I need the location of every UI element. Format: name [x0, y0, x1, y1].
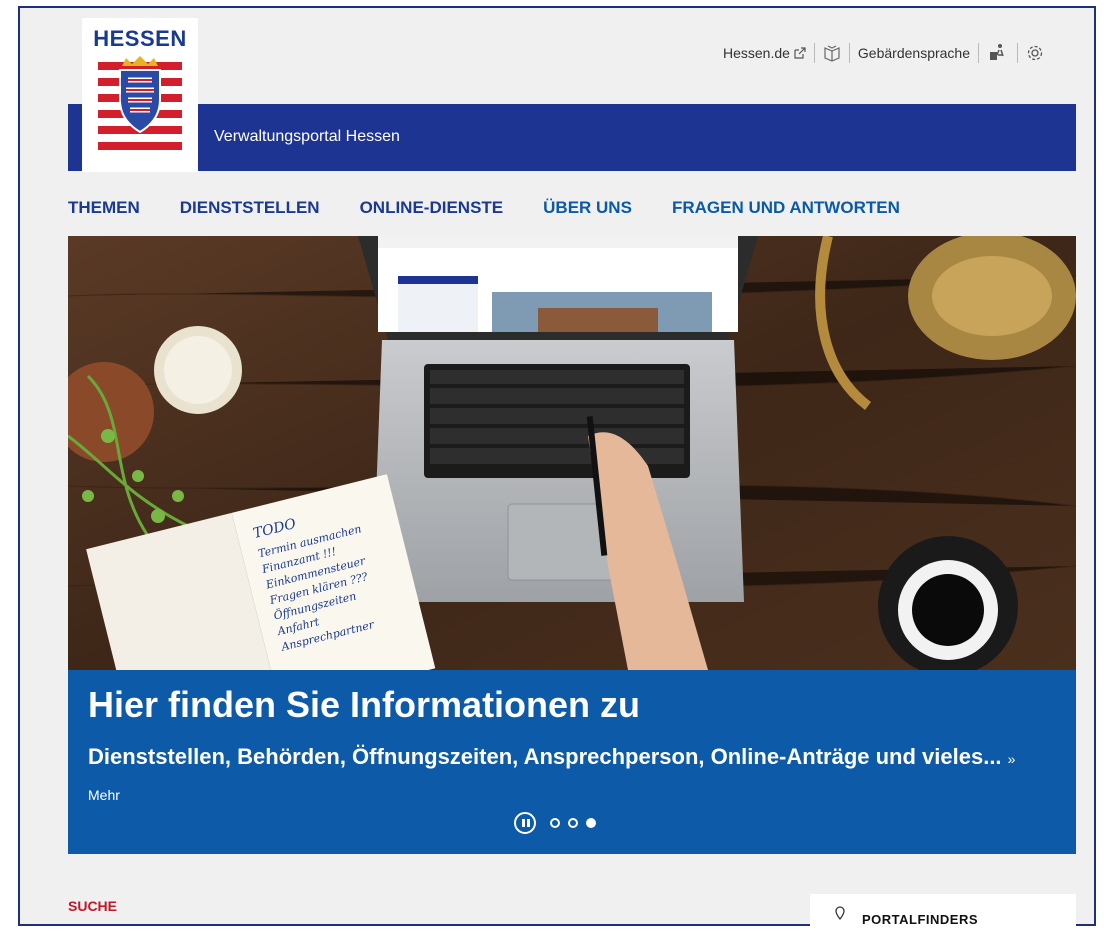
hessen-logo[interactable]: HESSEN: [82, 18, 198, 172]
portalfinder-label: PORTALFINDERS: [862, 912, 979, 927]
divider: [978, 43, 979, 63]
hessen-de-link[interactable]: Hessen.de: [723, 45, 790, 61]
slide-dot-2[interactable]: [568, 818, 578, 828]
divider: [1017, 43, 1018, 63]
sign-language-icon[interactable]: [987, 42, 1009, 64]
slider-controls: [514, 812, 596, 834]
slide-dot-3[interactable]: [586, 818, 596, 828]
nav-item-themen[interactable]: THEMEN: [68, 198, 140, 218]
divider: [848, 43, 850, 63]
nav-item-ueber-uns[interactable]: ÜBER UNS: [543, 198, 632, 218]
settings-icon[interactable]: [1026, 44, 1044, 62]
page-frame: Hessen.de Gebärdensprache Verwaltungspor…: [18, 6, 1096, 934]
hero-subline: Dienststellen, Behörden, Öffnungszeiten,…: [88, 740, 1018, 812]
nav-item-dienststellen[interactable]: DIENSTSTELLEN: [180, 198, 320, 218]
main-nav: THEMEN DIENSTSTELLEN ONLINE-DIENSTE ÜBER…: [68, 198, 900, 218]
hero-slider[interactable]: TODO Termin ausmachen Finanzamt !!! Eink…: [68, 236, 1076, 854]
hero-image: TODO Termin ausmachen Finanzamt !!! Eink…: [68, 236, 1076, 670]
hero-caption: Hier finden Sie Informationen zu Diensts…: [68, 670, 1076, 854]
divider: [813, 43, 815, 63]
hero-subline-text: Dienststellen, Behörden, Öffnungszeiten,…: [88, 744, 1002, 769]
pause-icon[interactable]: [514, 812, 536, 834]
portal-banner: Verwaltungsportal Hessen: [68, 104, 1076, 171]
gebaerdensprache-link[interactable]: Gebärdensprache: [858, 45, 970, 61]
logo-wordmark: HESSEN: [93, 26, 187, 51]
utility-bar: Hessen.de Gebärdensprache: [723, 42, 1044, 64]
nav-item-online-dienste[interactable]: ONLINE-DIENSTE: [360, 198, 504, 218]
hero-headline: Hier finden Sie Informationen zu: [88, 684, 641, 725]
external-link-icon: [794, 47, 806, 59]
slide-dot-1[interactable]: [550, 818, 560, 828]
leichte-sprache-icon[interactable]: [823, 44, 841, 62]
location-icon: [835, 906, 845, 920]
portal-title[interactable]: Verwaltungsportal Hessen: [214, 128, 400, 146]
nav-item-fragen-und-antworten[interactable]: FRAGEN UND ANTWORTEN: [672, 198, 900, 218]
portalfinder-box[interactable]: PORTALFINDERS: [810, 894, 1076, 934]
coat-of-arms-icon: [98, 56, 182, 150]
